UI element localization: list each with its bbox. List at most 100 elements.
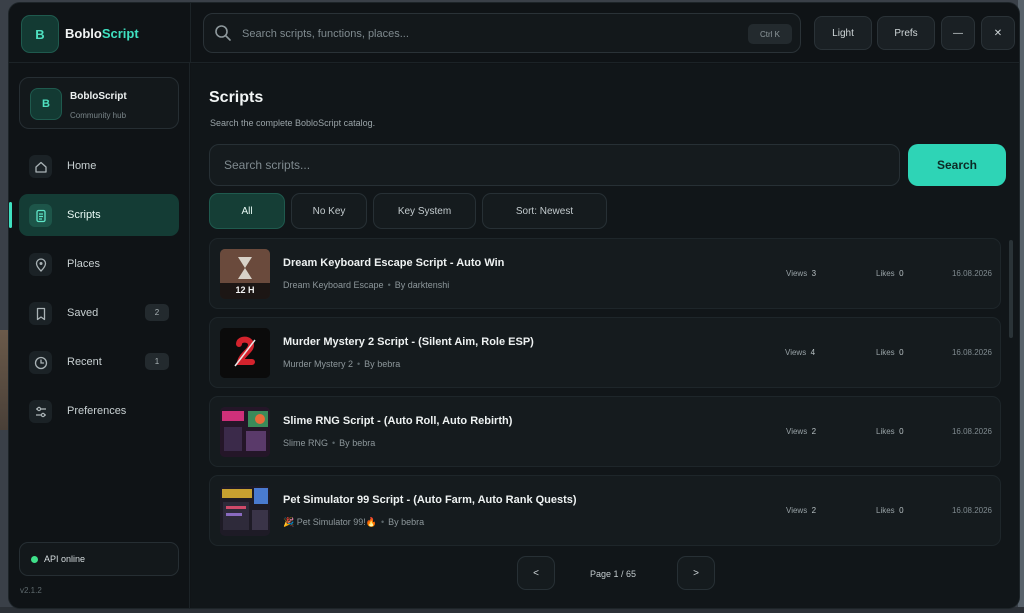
script-thumbnail	[220, 486, 270, 536]
separator: •	[332, 438, 336, 448]
likes-count: 0	[899, 427, 904, 436]
views-count: 3	[811, 269, 817, 278]
views-count: 2	[811, 427, 817, 436]
views-label: Views	[786, 269, 808, 278]
theme-toggle-button[interactable]: Light	[814, 16, 872, 50]
list-item[interactable]: 12 H Dream Keyboard Escape Script - Auto…	[209, 238, 1001, 309]
sidebar-item-label: Preferences	[67, 405, 127, 417]
script-list: 12 H Dream Keyboard Escape Script - Auto…	[209, 238, 1006, 548]
sidebar-item-places[interactable]: Places	[19, 243, 179, 285]
script-meta: Dream Keyboard Escape • By darktenshi	[283, 280, 449, 290]
script-date: 16.08.2026	[951, 427, 992, 436]
sliders-icon	[29, 400, 52, 423]
likes-stat: Likes 0	[876, 348, 904, 357]
version-label: v2.1.2	[20, 586, 42, 595]
home-icon	[29, 155, 52, 178]
page-subtitle: Search the complete BobloScript catalog.	[210, 118, 376, 128]
map-pin-icon	[29, 253, 52, 276]
search-button[interactable]: Search	[908, 144, 1006, 186]
likes-label: Likes	[876, 348, 895, 357]
separator: •	[357, 359, 361, 369]
thumbnail-label: 12 H	[235, 285, 255, 295]
script-place: 🎉 Pet Simulator 99!🔥	[283, 517, 377, 527]
list-item[interactable]: Pet Simulator 99 Script - (Auto Farm, Au…	[209, 475, 1001, 546]
sidebar-item-label: Scripts	[67, 209, 101, 221]
by-prefix: By	[394, 280, 406, 290]
prev-page-button[interactable]: <	[517, 556, 555, 590]
separator: •	[387, 280, 391, 290]
sidebar-item-label: Saved	[67, 307, 99, 319]
views-stat: Views 4	[785, 348, 815, 357]
by-prefix: By	[339, 438, 350, 448]
close-button[interactable]: ✕	[981, 16, 1015, 50]
main-content: Scripts Search the complete BobloScript …	[191, 64, 1019, 608]
script-meta: 🎉 Pet Simulator 99!🔥 • By bebra	[283, 517, 424, 528]
likes-label: Likes	[876, 269, 895, 278]
status-dot-icon	[31, 556, 38, 563]
likes-count: 0	[899, 269, 904, 278]
page-indicator: Page 1 / 65	[590, 569, 637, 579]
likes-stat: Likes 0	[876, 506, 904, 515]
by-prefix: By	[388, 517, 399, 527]
minimize-button[interactable]: —	[941, 16, 975, 50]
script-author: bebra	[401, 517, 425, 527]
script-thumbnail	[220, 328, 270, 378]
list-scrollbar[interactable]	[1009, 240, 1013, 338]
script-author: darktenshi	[407, 280, 450, 290]
script-title: Pet Simulator 99 Script - (Auto Farm, Au…	[283, 494, 577, 506]
script-place: Slime RNG	[283, 438, 329, 448]
views-stat: Views 2	[786, 506, 816, 515]
views-label: Views	[786, 427, 808, 436]
divider	[190, 3, 191, 63]
list-item[interactable]: Murder Mystery 2 Script - (Silent Aim, R…	[209, 317, 1001, 388]
script-title: Murder Mystery 2 Script - (Silent Aim, R…	[283, 336, 534, 348]
script-title: Slime RNG Script - (Auto Roll, Auto Rebi…	[283, 415, 513, 427]
views-stat: Views 3	[786, 269, 816, 278]
bookmark-icon	[29, 302, 52, 325]
views-stat: Views 2	[786, 427, 816, 436]
sidebar-item-saved[interactable]: Saved 2	[19, 292, 179, 334]
active-indicator	[9, 202, 12, 228]
page-title: Scripts	[209, 89, 264, 106]
likes-count: 0	[899, 348, 904, 357]
sidebar-item-home[interactable]: Home	[19, 145, 179, 187]
brand-name-prefix: Boblo	[65, 26, 102, 41]
likes-label: Likes	[876, 427, 895, 436]
brand-name: BobloScript	[65, 26, 139, 41]
avatar: B	[30, 88, 62, 120]
script-search-field[interactable]	[209, 144, 900, 186]
sort-dropdown[interactable]: Sort: Newest	[482, 193, 607, 229]
sidebar-item-scripts[interactable]: Scripts	[19, 194, 179, 236]
script-search-input[interactable]	[210, 145, 899, 185]
prefs-button[interactable]: Prefs	[877, 16, 935, 50]
script-thumbnail	[220, 407, 270, 457]
views-count: 2	[811, 506, 817, 515]
script-author: bebra	[377, 359, 401, 369]
app-window: B BobloScript Search scripts, functions,…	[8, 2, 1020, 609]
sidebar-item-recent[interactable]: Recent 1	[19, 341, 179, 383]
filter-no-key[interactable]: No Key	[291, 193, 367, 229]
top-bar: B BobloScript Search scripts, functions,…	[9, 3, 1019, 63]
script-date: 16.08.2026	[951, 269, 992, 278]
document-icon	[29, 204, 52, 227]
next-page-button[interactable]: >	[677, 556, 715, 590]
sidebar-item-preferences[interactable]: Preferences	[19, 390, 179, 432]
profile-name: BobloScript	[70, 91, 127, 102]
separator: •	[380, 517, 385, 527]
likes-label: Likes	[876, 506, 895, 515]
api-status: API online	[19, 542, 179, 576]
filter-all[interactable]: All	[209, 193, 285, 229]
filter-key-system[interactable]: Key System	[373, 193, 476, 229]
script-thumbnail: 12 H	[220, 249, 270, 299]
script-place: Dream Keyboard Escape	[283, 280, 384, 290]
views-label: Views	[786, 506, 808, 515]
global-search-input[interactable]: Search scripts, functions, places... Ctr…	[203, 13, 801, 53]
sidebar: B BobloScript Community hub Home Scripts…	[9, 63, 190, 608]
sidebar-item-label: Recent	[67, 356, 102, 368]
profile-card[interactable]: B BobloScript Community hub	[19, 77, 179, 129]
views-label: Views	[785, 348, 807, 357]
brand-logo: B	[21, 15, 59, 53]
list-item[interactable]: Slime RNG Script - (Auto Roll, Auto Rebi…	[209, 396, 1001, 467]
clock-icon	[29, 351, 52, 374]
brand-name-accent: Script	[101, 26, 139, 41]
